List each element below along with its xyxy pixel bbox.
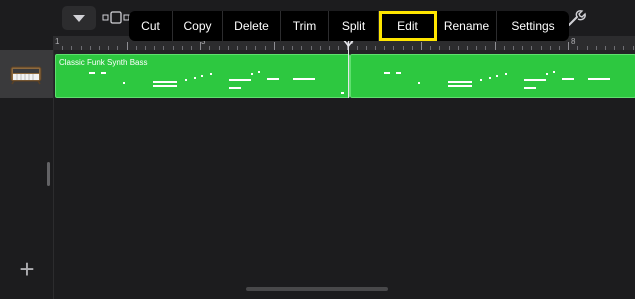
settings-wrench-button[interactable]: [566, 8, 586, 28]
midi-note: [505, 73, 507, 75]
ruler-tick: [568, 42, 570, 50]
region-name-label: Classic Funk Synth Bass: [59, 58, 148, 67]
midi-note: [396, 72, 401, 74]
midi-note: [448, 85, 472, 87]
ruler-tick: [273, 42, 275, 50]
home-indicator: [246, 287, 388, 291]
midi-note: [101, 72, 106, 74]
midi-note: [480, 79, 482, 81]
wrench-icon: [568, 10, 586, 26]
ruler-tick: [200, 42, 202, 50]
midi-note: [201, 75, 203, 77]
menu-copy[interactable]: Copy: [173, 11, 223, 41]
midi-note: [524, 87, 536, 89]
midi-note: [293, 78, 315, 80]
menu-trim[interactable]: Trim: [281, 11, 329, 41]
midi-note: [229, 79, 251, 81]
midi-note: [562, 78, 574, 80]
midi-note: [524, 79, 546, 81]
midi-note: [588, 78, 610, 80]
ruler-tick: [494, 42, 496, 50]
midi-note: [489, 77, 491, 79]
view-toggle-button[interactable]: [100, 8, 130, 28]
midi-note: [229, 87, 241, 89]
midi-note: [553, 71, 555, 73]
midi-note: [123, 82, 125, 84]
midi-note: [258, 71, 260, 73]
bar-number: 8: [571, 37, 576, 46]
midi-region-loop[interactable]: [350, 54, 635, 98]
ruler-tick: [126, 42, 128, 50]
midi-note: [153, 81, 177, 83]
midi-note: [418, 82, 420, 84]
midi-note: [448, 81, 472, 83]
midi-note: [194, 77, 196, 79]
region-edit-menu: Cut Copy Delete Trim Split Edit Rename S…: [129, 11, 569, 41]
synth-keyboard-icon: [10, 63, 42, 85]
midi-note: [210, 73, 212, 75]
menu-settings[interactable]: Settings: [497, 11, 569, 41]
ruler-tick: [421, 42, 422, 50]
midi-note: [153, 85, 177, 87]
midi-note: [384, 72, 390, 74]
bar-number: 1: [55, 37, 60, 46]
midi-note: [267, 78, 279, 80]
midi-note: [341, 92, 344, 94]
menu-cut[interactable]: Cut: [129, 11, 173, 41]
chevron-down-icon: [73, 15, 85, 22]
add-track-button[interactable]: +: [16, 256, 38, 282]
midi-note: [89, 72, 95, 74]
midi-note: [185, 79, 187, 81]
midi-note: [496, 75, 498, 77]
menu-delete[interactable]: Delete: [223, 11, 281, 41]
menu-split[interactable]: Split: [329, 11, 379, 41]
menu-rename[interactable]: Rename: [437, 11, 497, 41]
midi-note: [251, 73, 253, 75]
vertical-scroll-handle[interactable]: [47, 162, 50, 186]
view-toggle-icon: [102, 11, 130, 24]
tracks-dropdown-button[interactable]: [62, 6, 96, 30]
midi-note: [546, 73, 548, 75]
menu-edit[interactable]: Edit: [379, 11, 437, 41]
